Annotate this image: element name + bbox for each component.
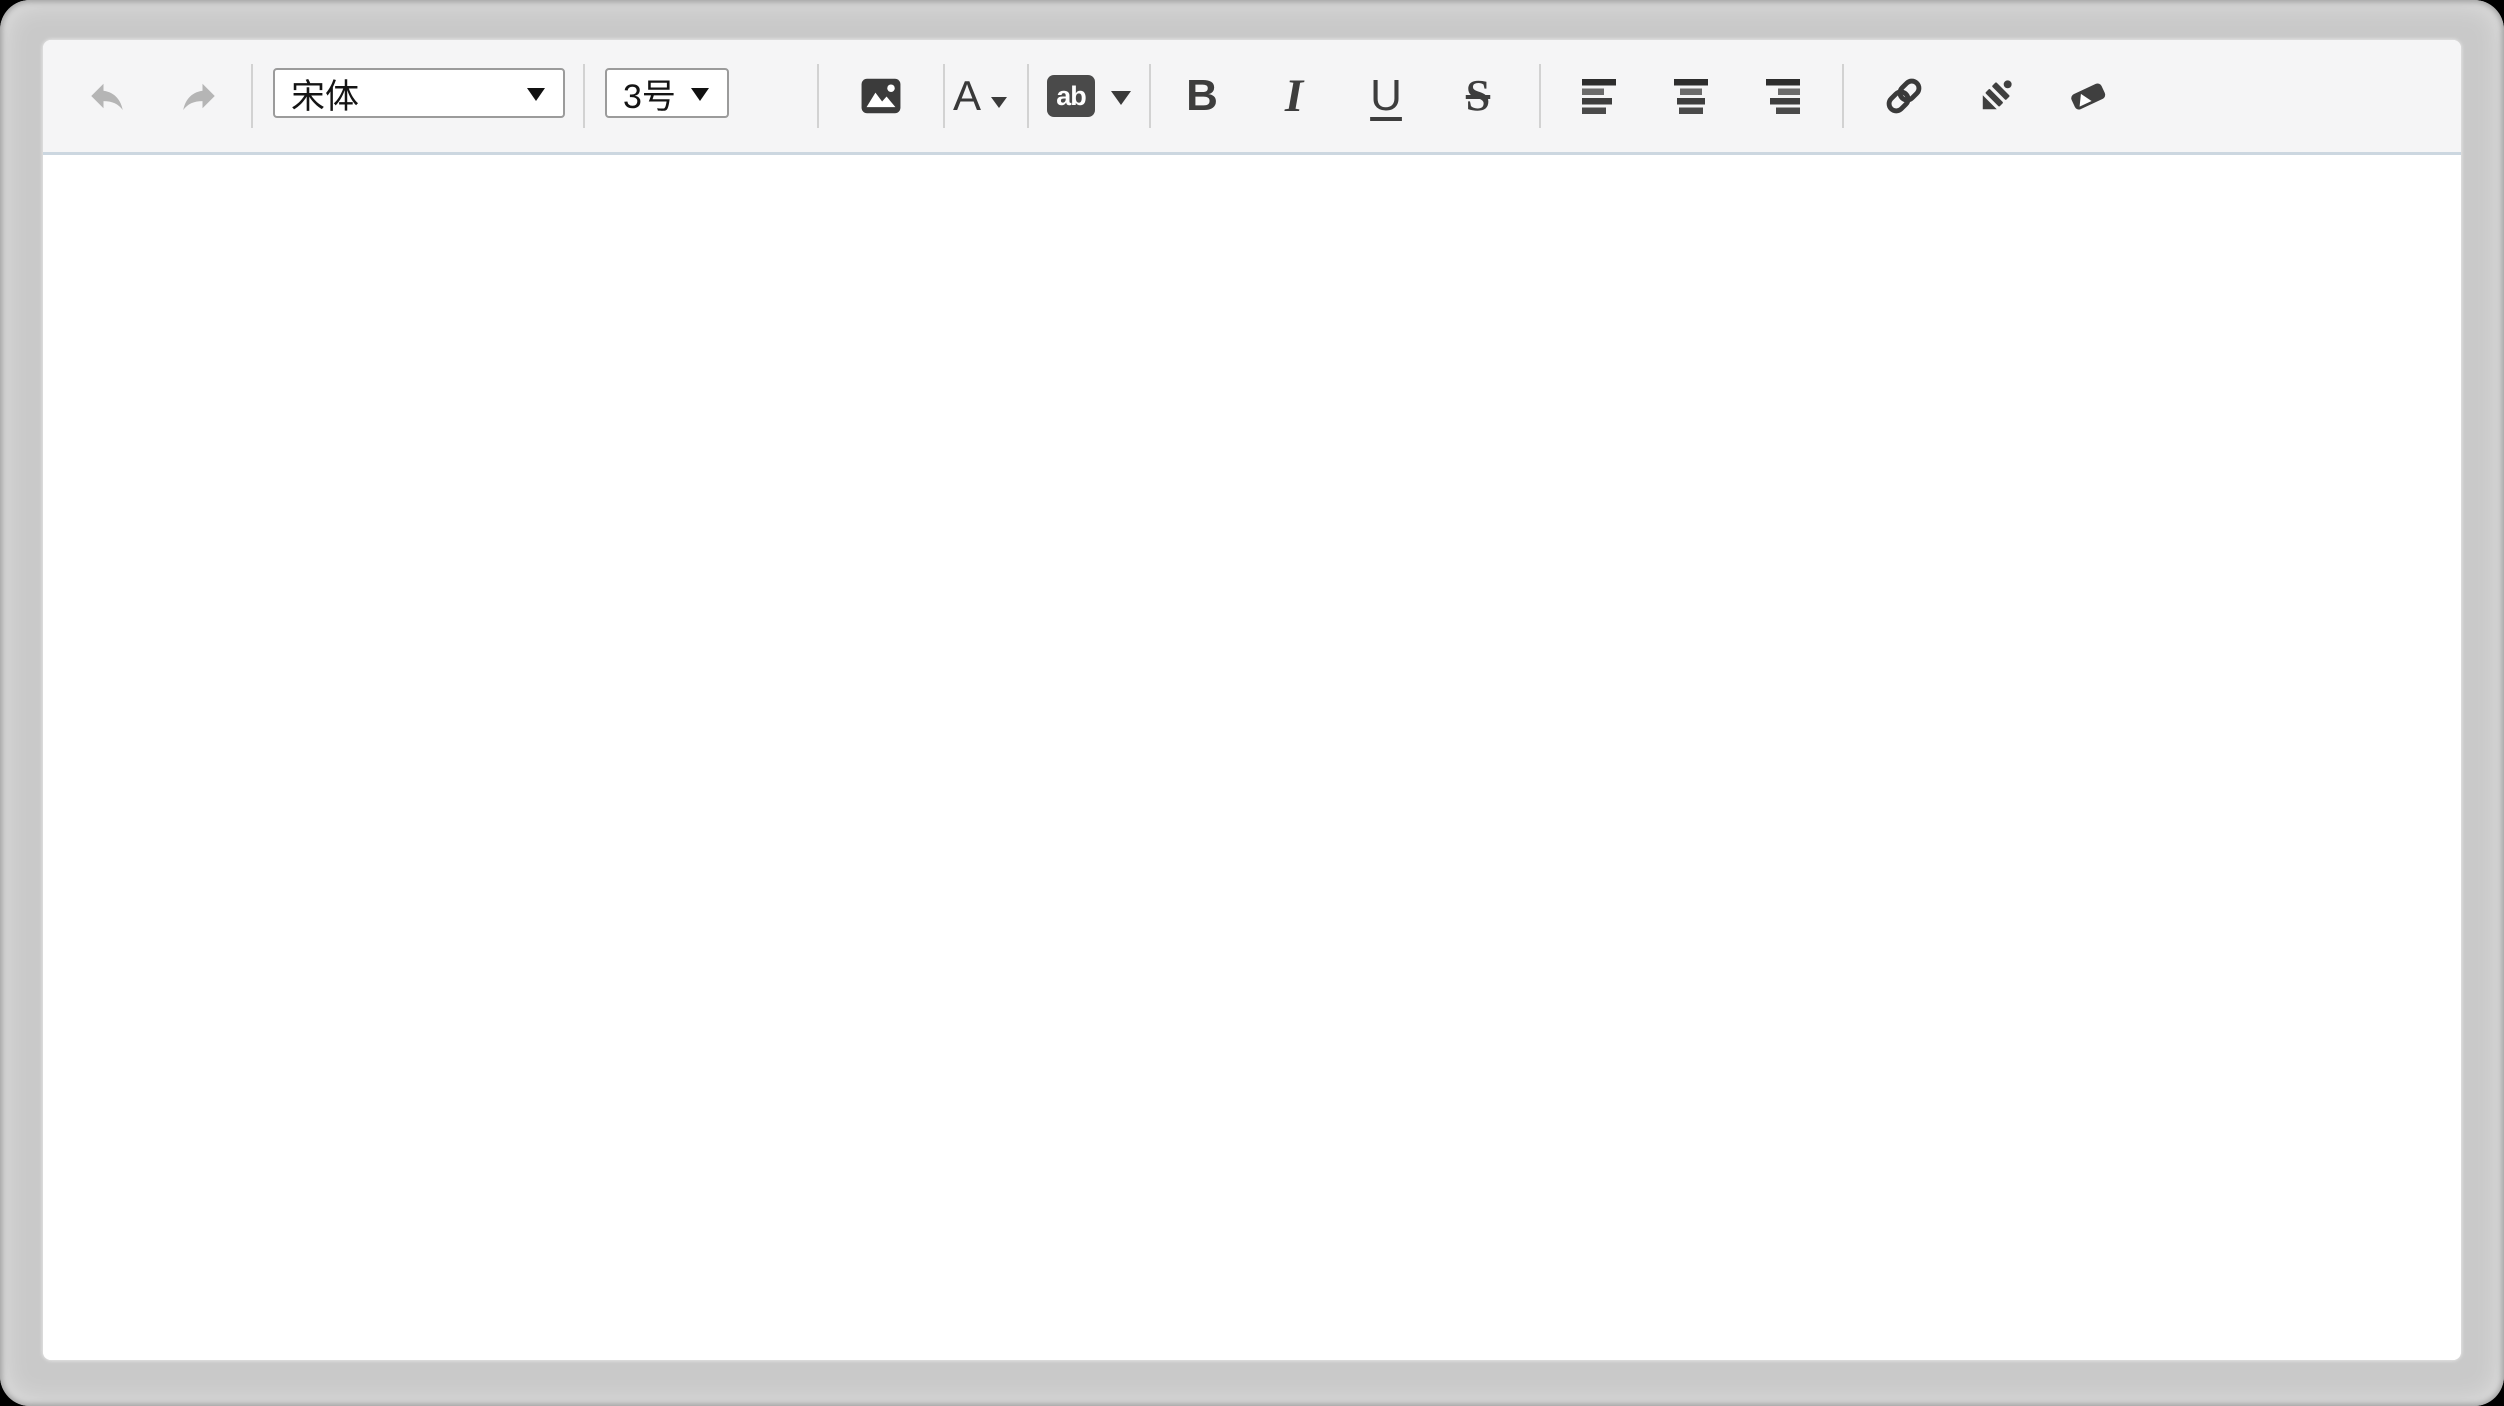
underline-label: U (1370, 74, 1402, 118)
caret-down-icon (527, 88, 545, 101)
toolbar-separator (1027, 64, 1029, 128)
toolbar-separator (251, 64, 253, 128)
brush-icon (1974, 74, 2018, 118)
italic-button[interactable]: I (1266, 58, 1322, 134)
insert-image-button[interactable] (853, 58, 909, 134)
caret-down-icon (1111, 91, 1131, 105)
toolbar-separator (1149, 64, 1151, 128)
font-color-button[interactable]: A (953, 75, 1007, 117)
eraser-icon (2066, 74, 2110, 118)
align-left-button[interactable] (1571, 58, 1627, 134)
font-size-value: 3号 (623, 69, 676, 118)
toolbar-separator (817, 64, 819, 128)
caret-down-icon (991, 97, 1007, 108)
align-right-icon (1764, 77, 1802, 115)
align-left-icon (1580, 77, 1618, 115)
redo-button[interactable] (171, 58, 227, 134)
highlight-color-button[interactable]: ab (1047, 75, 1131, 117)
rich-text-editor: 宋体 3号 A (43, 40, 2461, 1360)
toolbar-separator (583, 64, 585, 128)
align-center-icon (1672, 77, 1710, 115)
align-center-button[interactable] (1663, 58, 1719, 134)
toolbar-separator (943, 64, 945, 128)
align-right-button[interactable] (1755, 58, 1811, 134)
insert-link-button[interactable] (1876, 58, 1932, 134)
font-color-label: A (953, 75, 981, 117)
strikethrough-label: S (1466, 74, 1490, 118)
italic-label: I (1285, 73, 1303, 120)
image-icon (861, 78, 901, 114)
bold-label: B (1186, 74, 1218, 118)
eraser-button[interactable] (2060, 58, 2116, 134)
toolbar-separator (1539, 64, 1541, 128)
format-brush-button[interactable] (1968, 58, 2024, 134)
toolbar-separator (1842, 64, 1844, 128)
editor-window-frame: 宋体 3号 A (0, 0, 2504, 1406)
font-family-select[interactable]: 宋体 (273, 68, 565, 118)
strikethrough-button[interactable]: S (1450, 58, 1506, 134)
undo-icon (84, 75, 130, 117)
editor-toolbar: 宋体 3号 A (43, 40, 2461, 155)
undo-button[interactable] (79, 58, 135, 134)
font-family-value: 宋体 (291, 69, 359, 118)
font-size-select[interactable]: 3号 (605, 68, 729, 118)
editor-content-area[interactable] (43, 155, 2461, 1360)
highlight-badge: ab (1047, 75, 1095, 117)
bold-button[interactable]: B (1174, 58, 1230, 134)
link-icon (1882, 74, 1926, 118)
redo-icon (176, 75, 222, 117)
caret-down-icon (691, 88, 709, 101)
underline-button[interactable]: U (1358, 58, 1414, 134)
